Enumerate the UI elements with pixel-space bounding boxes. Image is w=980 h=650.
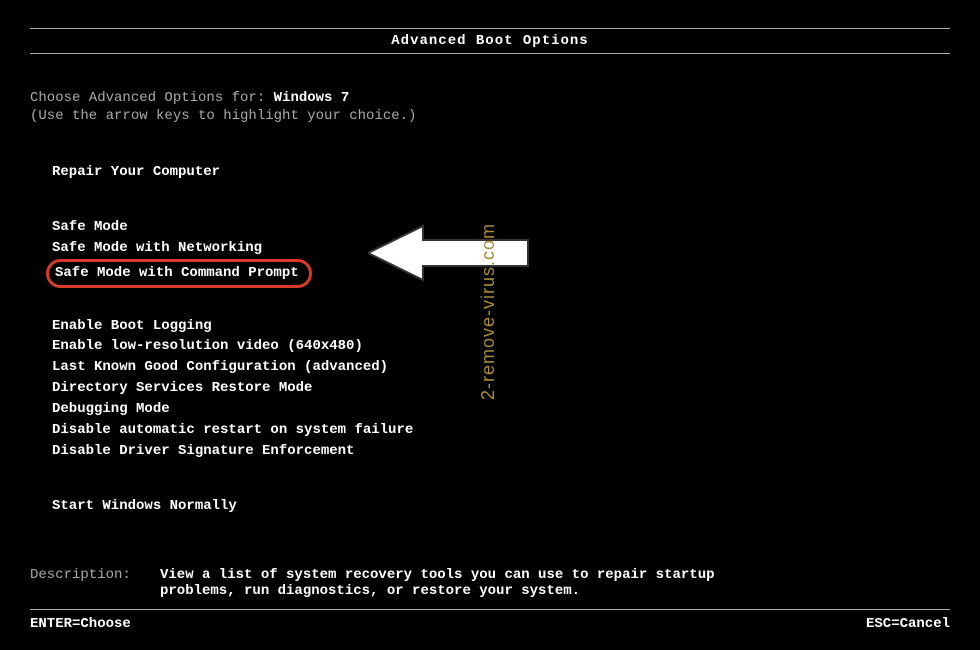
menu-item-last-known-good[interactable]: Last Known Good Configuration (advanced) [52,357,950,378]
menu-item-ds-restore[interactable]: Directory Services Restore Mode [52,378,950,399]
footer-bar: ENTER=Choose ESC=Cancel [30,609,950,632]
menu-options: Repair Your Computer Safe Mode Safe Mode… [30,162,950,517]
description-section: Description: View a list of system recov… [30,567,950,599]
menu-item-low-res[interactable]: Enable low-resolution video (640x480) [52,336,950,357]
footer-enter: ENTER=Choose [30,616,131,632]
menu-item-safe-mode[interactable]: Safe Mode [52,217,950,238]
menu-item-safe-mode-cmd[interactable]: Safe Mode with Command Prompt [55,264,299,282]
description-label: Description: [30,567,160,599]
page-title: Advanced Boot Options [30,28,950,54]
highlight-circle: Safe Mode with Command Prompt [46,259,312,288]
menu-item-boot-logging[interactable]: Enable Boot Logging [52,316,950,337]
description-text: View a list of system recovery tools you… [160,567,720,599]
option-group-1: Safe Mode Safe Mode with Networking Safe… [52,217,950,288]
menu-item-disable-auto-restart[interactable]: Disable automatic restart on system fail… [52,420,950,441]
footer-esc: ESC=Cancel [866,616,950,632]
menu-item-debugging[interactable]: Debugging Mode [52,399,950,420]
menu-item-repair[interactable]: Repair Your Computer [52,162,950,183]
option-group-3: Start Windows Normally [52,496,950,517]
menu-item-safe-mode-networking[interactable]: Safe Mode with Networking [52,238,950,259]
hint-line: (Use the arrow keys to highlight your ch… [30,108,950,124]
menu-item-start-normally[interactable]: Start Windows Normally [52,496,950,517]
menu-item-disable-driver-sig[interactable]: Disable Driver Signature Enforcement [52,441,950,462]
option-group-0: Repair Your Computer [52,162,950,183]
choose-prefix: Choose Advanced Options for: [30,90,274,106]
os-name: Windows 7 [274,90,350,106]
option-group-2: Enable Boot Logging Enable low-resolutio… [52,316,950,462]
choose-line: Choose Advanced Options for: Windows 7 [30,90,950,106]
